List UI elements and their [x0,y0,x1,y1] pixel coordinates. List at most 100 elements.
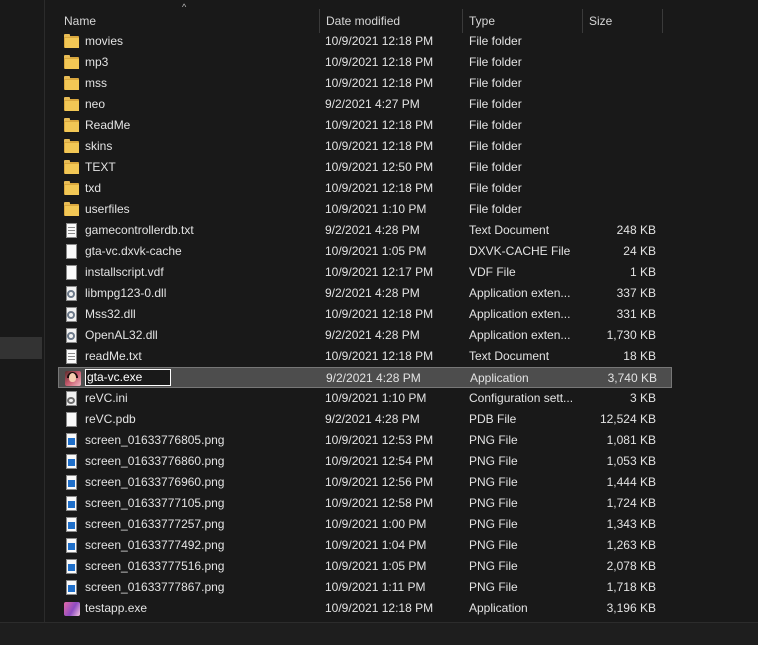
table-row[interactable]: screen_01633777105.png 10/9/2021 12:58 PM… [58,493,672,514]
file-type: Configuration sett... [469,391,574,405]
file-date-modified: 10/9/2021 12:58 PM [325,496,434,510]
file-name: userfiles [85,202,130,216]
file-name: screen_01633777257.png [85,517,225,531]
table-row[interactable]: txd 10/9/2021 12:18 PM File folder [58,178,672,199]
file-date-modified: 9/2/2021 4:28 PM [325,412,420,426]
file-type: Text Document [469,223,550,237]
file-date-modified: 10/9/2021 1:05 PM [325,244,427,258]
file-date-modified: 10/9/2021 12:56 PM [325,475,434,489]
file-type: PNG File [469,580,518,594]
table-row[interactable]: screen_01633776960.png 10/9/2021 12:56 PM… [58,472,672,493]
file-type: File folder [469,55,522,69]
dll-icon [64,328,80,343]
table-row[interactable]: userfiles 10/9/2021 1:10 PM File folder [58,199,672,220]
text-document-icon [64,349,80,364]
file-date-modified: 10/9/2021 1:10 PM [325,202,427,216]
file-type: Application [470,371,529,385]
file-type: File folder [469,97,522,111]
file-size: 1,718 KB [606,580,656,594]
table-row[interactable]: screen_01633776860.png 10/9/2021 12:54 PM… [58,451,672,472]
nav-selected-item[interactable] [0,337,42,359]
file-date-modified: 10/9/2021 12:18 PM [325,349,434,363]
file-date-modified: 10/9/2021 12:53 PM [325,433,434,447]
file-date-modified: 9/2/2021 4:28 PM [325,223,420,237]
file-name: txd [85,181,102,195]
file-date-modified: 10/9/2021 12:18 PM [325,181,434,195]
folder-icon [64,160,80,175]
file-name: screen_01633776860.png [85,454,225,468]
file-name: Mss32.dll [85,307,136,321]
table-row[interactable]: screen_01633777516.png 10/9/2021 1:05 PM P… [58,556,672,577]
table-row[interactable]: ReadMe 10/9/2021 12:18 PM File folder [58,115,672,136]
table-row[interactable]: screen_01633777257.png 10/9/2021 1:00 PM P… [58,514,672,535]
table-row[interactable]: neo 9/2/2021 4:27 PM File folder [58,94,672,115]
file-name: reVC.ini [85,391,128,405]
file-type: File folder [469,139,522,153]
file-type: File folder [469,76,522,90]
table-row[interactable]: readMe.txt 10/9/2021 12:18 PM Text Documen… [58,346,672,367]
file-date-modified: 10/9/2021 12:50 PM [325,160,434,174]
navigation-pane[interactable] [0,0,45,622]
file-date-modified: 10/9/2021 12:18 PM [325,76,434,90]
table-row[interactable]: screen_01633776805.png 10/9/2021 12:53 PM… [58,430,672,451]
table-row[interactable]: Mss32.dll 10/9/2021 12:18 PM Application e… [58,304,672,325]
file-type: File folder [469,34,522,48]
file-size: 3,196 KB [606,601,656,615]
table-row[interactable]: screen_01633777867.png 10/9/2021 1:11 PM P… [58,577,672,598]
file-type: Application exten... [469,286,571,300]
file-name: screen_01633777492.png [85,538,225,552]
table-row[interactable]: gamecontrollerdb.txt 9/2/2021 4:28 PM Text… [58,220,672,241]
file-name: gamecontrollerdb.txt [85,223,194,237]
file-name: skins [85,139,113,153]
file-type: PNG File [469,559,518,573]
table-row[interactable]: skins 10/9/2021 12:18 PM File folder [58,136,672,157]
table-row[interactable]: libmpg123-0.dll 9/2/2021 4:28 PM Applicati… [58,283,672,304]
file-type: PNG File [469,496,518,510]
file-date-modified: 9/2/2021 4:27 PM [325,97,420,111]
column-header-date-modified[interactable]: Date modified [320,9,463,33]
file-size: 3,740 KB [607,371,657,385]
table-row[interactable]: mss 10/9/2021 12:18 PM File folder [58,73,672,94]
png-image-icon [64,433,80,448]
file-date-modified: 10/9/2021 12:54 PM [325,454,434,468]
column-header-name[interactable]: Name [58,9,320,33]
table-row[interactable]: screen_01633777492.png 10/9/2021 1:04 PM P… [58,535,672,556]
table-row[interactable]: TEXT 10/9/2021 12:50 PM File folder [58,157,672,178]
rename-input[interactable]: gta-vc.exe [85,369,171,386]
table-row[interactable]: installscript.vdf 10/9/2021 12:17 PM VDF F… [58,262,672,283]
file-type: PNG File [469,475,518,489]
file-name: movies [85,34,124,48]
file-date-modified: 10/9/2021 1:05 PM [325,559,427,573]
folder-icon [64,202,80,217]
file-type: PNG File [469,538,518,552]
file-name: gta-vc.dxvk-cache [85,244,182,258]
table-row[interactable]: reVC.pdb 9/2/2021 4:28 PM PDB File 12,524 K… [58,409,672,430]
column-header-type[interactable]: Type [463,9,583,33]
file-size: 337 KB [616,286,656,300]
dll-icon [64,286,80,301]
file-size: 24 KB [623,244,656,258]
file-date-modified: 10/9/2021 1:00 PM [325,517,427,531]
file-name: screen_01633776960.png [85,475,225,489]
file-name: testapp.exe [85,601,148,615]
table-row-selected[interactable]: gta-vc.exe 9/2/2021 4:28 PM Application 3,7… [58,367,672,388]
file-size: 1,730 KB [606,328,656,342]
table-row[interactable]: movies 10/9/2021 12:18 PM File folder [58,31,672,52]
table-row[interactable]: mp3 10/9/2021 12:18 PM File folder [58,52,672,73]
folder-icon [64,181,80,196]
table-row[interactable]: OpenAL32.dll 9/2/2021 4:28 PM Application … [58,325,672,346]
column-header-size[interactable]: Size [583,9,663,33]
png-image-icon [64,496,80,511]
file-name: neo [85,97,106,111]
file-name: ReadMe [85,118,131,132]
file-name: reVC.pdb [85,412,136,426]
file-date-modified: 10/9/2021 12:18 PM [325,139,434,153]
file-size: 331 KB [616,307,656,321]
file-date-modified: 10/9/2021 1:11 PM [325,580,426,594]
horizontal-scrollbar[interactable] [0,622,758,645]
file-name: libmpg123-0.dll [85,286,167,300]
table-row[interactable]: reVC.ini 10/9/2021 1:10 PM Configuration s… [58,388,672,409]
png-image-icon [64,559,80,574]
table-row[interactable]: gta-vc.dxvk-cache 10/9/2021 1:05 PM DXVK-C… [58,241,672,262]
table-row[interactable]: testapp.exe 10/9/2021 12:18 PM Application… [58,598,672,619]
